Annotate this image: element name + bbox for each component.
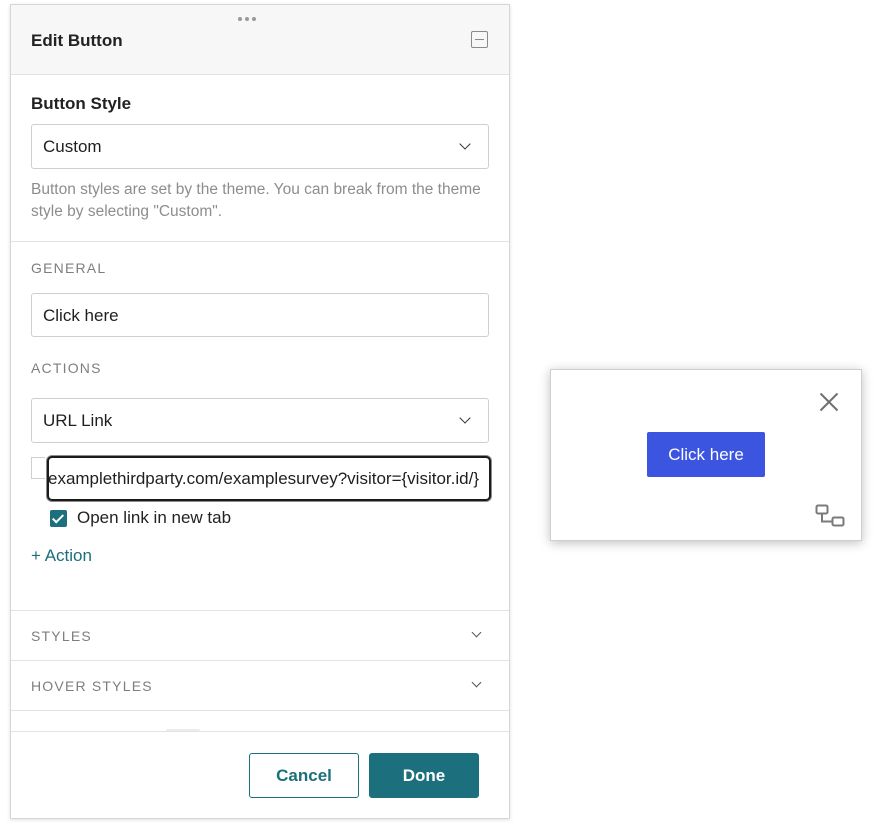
accordion-hover-styles[interactable]: HOVER STYLES (11, 661, 509, 711)
collapse-icon[interactable] (471, 31, 488, 48)
chevron-down-icon (471, 677, 482, 688)
action-type-value: URL Link (43, 411, 113, 430)
obscured-field (31, 457, 45, 479)
action-type-select[interactable]: URL Link (31, 398, 489, 443)
edit-button-panel: Edit Button Button Style Custom Button s… (10, 4, 510, 819)
general-section-label: GENERAL (31, 260, 107, 276)
open-new-tab-checkbox[interactable] (50, 510, 67, 527)
add-action-button[interactable]: + Action (31, 546, 92, 566)
preview-button[interactable]: Click here (647, 432, 765, 477)
done-button[interactable]: Done (369, 753, 479, 798)
button-style-help: Button styles are set by the theme. You … (31, 181, 481, 220)
accordion-hover-styles-label: HOVER STYLES (31, 678, 153, 694)
open-new-tab-label[interactable]: Open link in new tab (77, 508, 231, 528)
url-value: https://www.examplethirdparty.com/exampl… (47, 469, 479, 488)
divider (11, 710, 509, 711)
chevron-down-icon (471, 627, 482, 638)
panel-footer: Cancel Done (11, 731, 509, 818)
panel-title: Edit Button (31, 31, 123, 50)
button-style-value: Custom (43, 137, 102, 156)
close-icon[interactable] (817, 390, 841, 414)
chevron-down-icon (459, 412, 471, 424)
panel-header: Edit Button (11, 5, 509, 75)
move-icon[interactable] (815, 504, 845, 528)
cancel-button[interactable]: Cancel (249, 753, 359, 798)
divider (11, 241, 509, 242)
actions-section-label: ACTIONS (31, 360, 102, 376)
url-input[interactable]: https://www.examplethirdparty.com/exampl… (47, 456, 491, 501)
chevron-down-icon (459, 138, 471, 150)
button-style-label: Button Style (31, 94, 132, 113)
button-text-value: Click here (43, 306, 119, 325)
button-style-select[interactable]: Custom (31, 124, 489, 169)
accordion-styles-label: STYLES (31, 628, 92, 644)
button-text-input[interactable]: Click here (31, 293, 489, 337)
accordion-styles[interactable]: STYLES (11, 611, 509, 661)
drag-handle-icon[interactable] (238, 17, 256, 21)
preview-card: Click here (550, 369, 862, 541)
